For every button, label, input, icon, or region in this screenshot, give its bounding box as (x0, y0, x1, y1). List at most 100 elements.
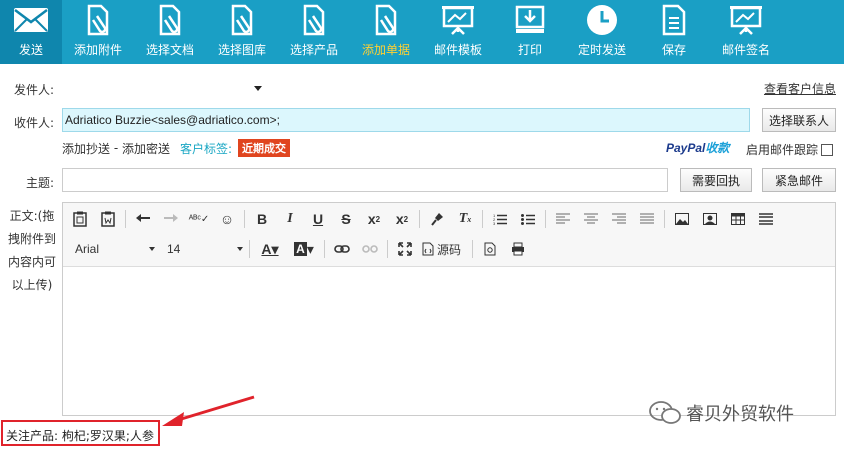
font-size-select[interactable]: 14 (161, 238, 249, 260)
editor-toolbar-row-2: Arial 14 A▾ A ▾ 源码 (69, 238, 535, 260)
print-button[interactable]: 打印 (494, 0, 566, 64)
horizontal-rule-icon[interactable] (755, 208, 777, 230)
image-icon[interactable] (671, 208, 693, 230)
add-attachment-button[interactable]: 添加附件 (62, 0, 134, 64)
redo-icon[interactable] (160, 208, 182, 230)
mail-template-button[interactable]: 邮件模板 (422, 0, 494, 64)
envelope-icon (13, 0, 49, 40)
mail-tracking-toggle[interactable]: 启用邮件跟踪 (746, 141, 834, 158)
table-icon[interactable] (727, 208, 749, 230)
clock-icon (585, 0, 619, 40)
undo-icon[interactable] (132, 208, 154, 230)
font-size-value: 14 (167, 242, 181, 256)
mail-template-label: 邮件模板 (433, 43, 482, 57)
paypal-button[interactable]: PayPal收款 (666, 139, 729, 156)
strikethrough-icon[interactable]: S (335, 208, 357, 230)
send-label: 发送 (18, 43, 43, 57)
mail-tracking-checkbox[interactable] (821, 143, 834, 156)
recipient-label: 收件人: (13, 116, 54, 130)
font-family-value: Arial (75, 242, 100, 256)
select-gallery-button[interactable]: 选择图库 (206, 0, 278, 64)
add-bcc-link[interactable]: 添加密送 (122, 140, 170, 157)
paste-icon[interactable] (69, 208, 91, 230)
sender-select[interactable] (62, 80, 262, 98)
select-product-button[interactable]: 选择产品 (278, 0, 350, 64)
select-gallery-label: 选择图库 (217, 43, 266, 57)
signature-board-icon (730, 0, 762, 40)
mail-signature-button[interactable]: 邮件签名 (710, 0, 782, 64)
underline-icon[interactable]: U (307, 208, 329, 230)
fullscreen-icon[interactable] (394, 238, 416, 260)
align-justify-icon[interactable] (636, 208, 658, 230)
font-family-select[interactable]: Arial (69, 238, 161, 260)
product-clip-icon (299, 0, 329, 40)
recipient-input[interactable]: Adriatico Buzzie<sales@adriatico.com>; (62, 108, 750, 132)
align-right-icon[interactable] (608, 208, 630, 230)
main-toolbar: 发送 添加附件 选择文档 选择图库 选择产品 添加单据 邮件模板 打印 定时发送… (0, 0, 844, 64)
editor-toolbar: ᴬᴮᶜ✓ ☺ B I U S x2 x2 Tx 123 Arial 14 A▾ … (63, 203, 835, 267)
add-cc-link[interactable]: 添加抄送 (62, 140, 110, 157)
subscript-icon[interactable]: x2 (363, 208, 385, 230)
rich-text-editor: ᴬᴮᶜ✓ ☺ B I U S x2 x2 Tx 123 Arial 14 A▾ … (62, 202, 836, 416)
toolbar-divider (324, 240, 325, 258)
invoice-clip-icon (371, 0, 401, 40)
toolbar-divider (472, 240, 473, 258)
emoji-icon[interactable]: ☺ (216, 208, 238, 230)
unlink-icon[interactable] (359, 238, 381, 260)
chevron-down-icon (149, 247, 155, 251)
font-color-icon[interactable]: A▾ (256, 238, 284, 260)
format-painter-icon[interactable] (426, 208, 448, 230)
link-icon[interactable] (331, 238, 353, 260)
add-invoice-button[interactable]: 添加单据 (350, 0, 422, 64)
italic-icon[interactable]: I (279, 208, 301, 230)
background-color-icon[interactable]: A ▾ (290, 238, 318, 260)
select-contact-button[interactable]: 选择联系人 (762, 108, 836, 132)
toolbar-divider (419, 210, 420, 228)
svg-text:3: 3 (493, 221, 496, 225)
bold-icon[interactable]: B (251, 208, 273, 230)
image-edit-icon[interactable] (699, 208, 721, 230)
mail-tracking-label: 启用邮件跟踪 (746, 143, 819, 157)
chevron-down-icon (237, 247, 243, 251)
send-button[interactable]: 发送 (0, 0, 62, 64)
save-button[interactable]: 保存 (638, 0, 710, 64)
scheduled-send-button[interactable]: 定时发送 (566, 0, 638, 64)
unordered-list-icon[interactable] (517, 208, 539, 230)
select-product-label: 选择产品 (289, 43, 338, 57)
toolbar-divider (545, 210, 546, 228)
select-document-label: 选择文档 (145, 43, 194, 57)
customer-tag-badge: 近期成交 (238, 139, 291, 157)
ordered-list-icon[interactable]: 123 (489, 208, 511, 230)
add-attachment-label: 添加附件 (73, 43, 122, 57)
attachment-doc-icon (83, 0, 113, 40)
focus-products-label: 关注产品: 枸杞;罗汉果;人参 (1, 420, 160, 446)
spellcheck-icon[interactable]: ᴬᴮᶜ✓ (188, 208, 210, 230)
source-code-button[interactable]: 源码 (422, 238, 466, 260)
preview-icon[interactable] (479, 238, 501, 260)
toolbar-divider (482, 210, 483, 228)
view-customer-info-link[interactable]: 查看客户信息 (764, 80, 836, 97)
read-receipt-button[interactable]: 需要回执 (680, 168, 752, 192)
save-doc-icon (660, 0, 688, 40)
toolbar-divider (664, 210, 665, 228)
paypal-collect-label: 收款 (705, 141, 730, 155)
cc-bcc-line: 添加抄送 - 添加密送 客户标签: 近期成交 (62, 139, 291, 157)
editor-toolbar-row-1: ᴬᴮᶜ✓ ☺ B I U S x2 x2 Tx 123 (69, 208, 783, 230)
superscript-icon[interactable]: x2 (391, 208, 413, 230)
align-left-icon[interactable] (552, 208, 574, 230)
clear-format-icon[interactable]: Tx (454, 208, 476, 230)
urgent-mail-button[interactable]: 紧急邮件 (762, 168, 836, 192)
source-code-label: 源码 (437, 242, 462, 257)
toolbar-divider (387, 240, 388, 258)
paste-word-icon[interactable] (97, 208, 119, 230)
editor-content-area[interactable] (63, 268, 835, 415)
scheduled-send-label: 定时发送 (577, 43, 626, 57)
subject-input[interactable] (62, 168, 668, 192)
customer-tag-label: 客户标签: (180, 141, 233, 156)
select-document-button[interactable]: 选择文档 (134, 0, 206, 64)
print-icon[interactable] (507, 238, 529, 260)
sender-label: 发件人: (13, 83, 54, 97)
align-center-icon[interactable] (580, 208, 602, 230)
watermark-text: 睿贝外贸软件 (686, 404, 794, 425)
print-icon (514, 0, 546, 40)
